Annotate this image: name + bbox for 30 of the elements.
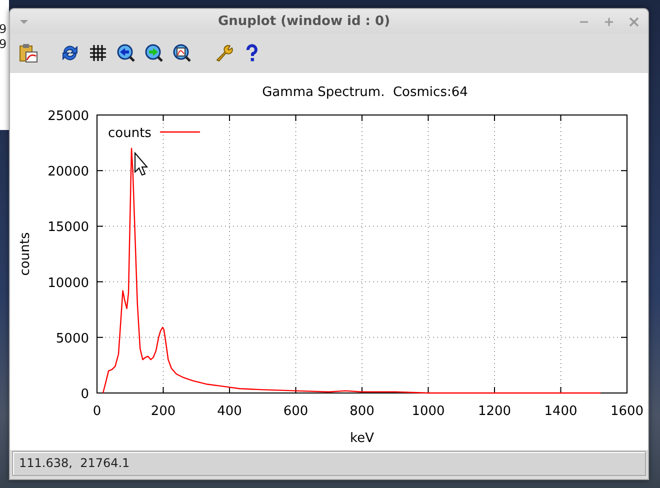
tick-label: 15000 xyxy=(48,220,89,235)
x-axis-label: keV xyxy=(350,430,374,446)
status-text: 111.638, 21764.1 xyxy=(18,456,130,470)
tick-label: 25000 xyxy=(48,108,89,124)
mouse-cursor-icon xyxy=(134,151,148,176)
tick-label: 400 xyxy=(217,404,242,419)
tick-label: 10000 xyxy=(48,276,89,291)
tick-label: 1600 xyxy=(610,404,644,419)
zoom-next-icon[interactable] xyxy=(144,43,164,64)
tick-label: 1400 xyxy=(544,404,578,419)
tick-label: 5000 xyxy=(56,331,89,346)
tick-label: 600 xyxy=(283,404,308,419)
zoom-previous-icon[interactable] xyxy=(116,43,136,64)
wrench-icon[interactable] xyxy=(214,43,234,64)
copy-to-clipboard-icon[interactable] xyxy=(18,43,38,64)
chart-title: Gamma Spectrum. Cosmics:64 xyxy=(262,84,468,100)
tick-label: 20000 xyxy=(48,164,89,180)
y-axis-label: counts xyxy=(18,232,33,276)
background-text: 9 xyxy=(0,37,8,52)
legend-label: counts xyxy=(108,126,152,141)
window-title: Gnuplot (window id : 0) xyxy=(216,14,392,30)
tick-label: 0 xyxy=(80,386,89,402)
tick-label: 800 xyxy=(350,404,374,419)
tick-label: 1200 xyxy=(478,404,512,419)
background-text: 9 xyxy=(0,22,8,37)
tick-label: 1000 xyxy=(412,404,445,419)
tick-label: 200 xyxy=(150,404,176,419)
tick-label: 0 xyxy=(92,404,102,419)
autoscale-icon[interactable] xyxy=(172,43,192,64)
grid-icon[interactable] xyxy=(88,43,108,64)
